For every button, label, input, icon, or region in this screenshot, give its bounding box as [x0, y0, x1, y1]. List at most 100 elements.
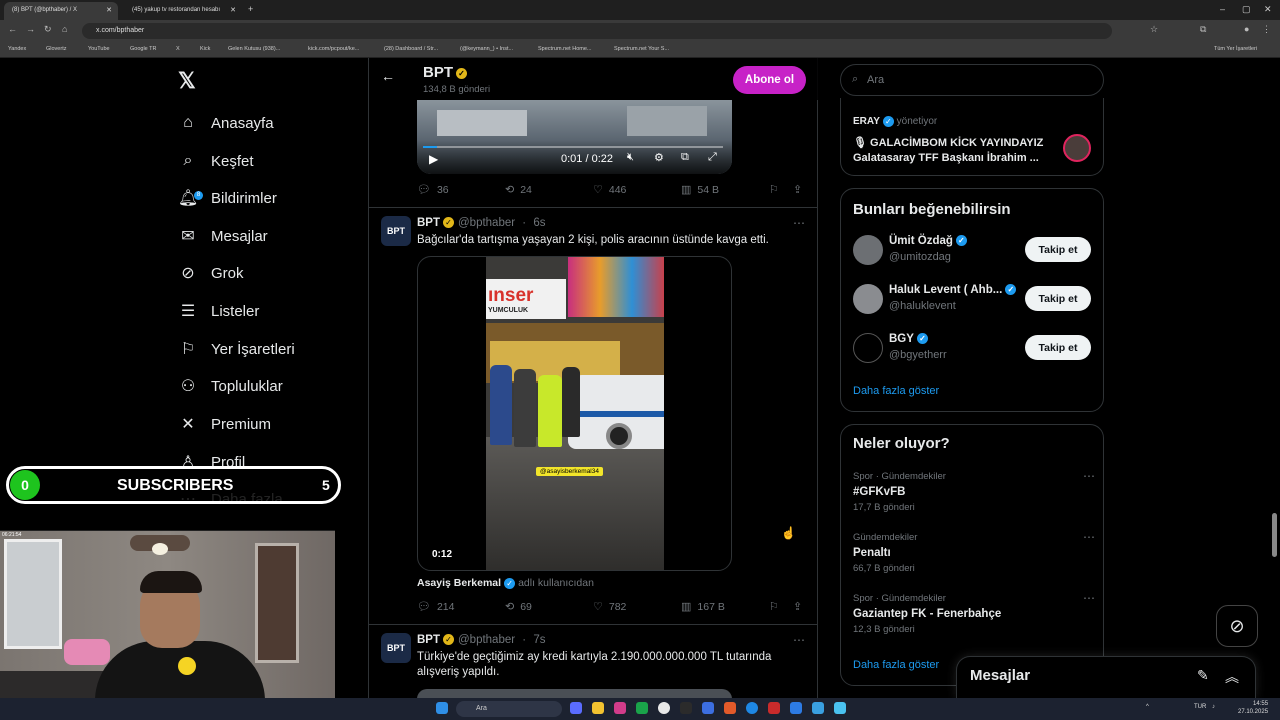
file-explorer-icon[interactable]: [592, 702, 604, 714]
new-tab-icon[interactable]: +: [248, 4, 253, 14]
windows-start-icon[interactable]: [436, 702, 448, 714]
messages-drawer[interactable]: Mesajlar ✎ ︽: [956, 656, 1256, 698]
video-progress-track[interactable]: [423, 146, 723, 148]
forward-icon[interactable]: →: [26, 24, 35, 34]
tray-chevron-icon[interactable]: ^: [1146, 704, 1149, 710]
home-icon[interactable]: ⌂: [62, 24, 67, 34]
chrome-icon[interactable]: [658, 702, 670, 714]
settings-gear-icon[interactable]: ⚙: [654, 151, 664, 164]
menu-icon[interactable]: ⋮: [1262, 24, 1271, 35]
taskbar-app-icon[interactable]: [768, 702, 780, 714]
follow-suggestion[interactable]: Haluk Levent ( Ahb... ✓ @haluklevent Taki…: [853, 282, 1093, 316]
reload-icon[interactable]: ↻: [44, 24, 52, 35]
bookmark-item[interactable]: Spectrum.net Home...: [538, 46, 592, 52]
grok-floating-icon[interactable]: ⊘: [1216, 605, 1258, 647]
taskbar-app-icon[interactable]: [614, 702, 626, 714]
minimize-icon[interactable]: –: [1220, 4, 1225, 14]
follow-button[interactable]: Takip et: [1025, 286, 1091, 311]
tab-close-icon[interactable]: ✕: [230, 6, 236, 14]
all-bookmarks[interactable]: Tüm Yer İşaretleri: [1214, 46, 1257, 52]
volume-icon[interactable]: ♪: [1212, 704, 1215, 710]
more-options-icon[interactable]: ⋯: [793, 633, 805, 647]
chevron-up-icon[interactable]: ︽: [1225, 667, 1239, 687]
profile-avatar-icon[interactable]: ●: [1244, 24, 1249, 34]
author-name[interactable]: BPT: [417, 217, 440, 229]
bookmark-item[interactable]: Yandex: [8, 46, 26, 52]
tab-close-icon[interactable]: ✕: [106, 6, 112, 14]
follow-button[interactable]: Takip et: [1025, 335, 1091, 360]
nav-communities[interactable]: ⚇ Topluluklar: [176, 371, 283, 401]
bookmark-item[interactable]: (@keymann_) • Inst...: [460, 46, 513, 52]
close-window-icon[interactable]: ✕: [1264, 4, 1272, 15]
scrollbar[interactable]: [1272, 513, 1277, 557]
search-input[interactable]: ⌕ Ara: [840, 64, 1104, 96]
subscribe-button[interactable]: Abone ol: [733, 66, 806, 94]
back-icon[interactable]: ←: [8, 24, 17, 34]
more-options-icon[interactable]: ⋯: [793, 216, 805, 230]
taskbar-app-icon[interactable]: [702, 702, 714, 714]
more-options-icon[interactable]: ⋯: [1083, 469, 1095, 483]
edge-icon[interactable]: [746, 702, 758, 714]
views-button[interactable]: ▥ 167 B: [681, 600, 725, 614]
back-arrow-icon[interactable]: ←: [381, 68, 395, 84]
via-name[interactable]: Asayiş Berkemal: [417, 577, 501, 589]
follow-button[interactable]: Takip et: [1025, 237, 1091, 262]
taskbar-app-icon[interactable]: [724, 702, 736, 714]
reply-button[interactable]: 💬︎ 214: [417, 600, 455, 614]
bookmark-item[interactable]: Google TR: [130, 46, 157, 52]
bookmark-item[interactable]: Spectrum.net Your S...: [614, 46, 669, 52]
tweet1-video[interactable]: ▶ 0:01 / 0:22 🔇︎ ⚙ ⧉ ⤢: [417, 100, 732, 174]
bookmark-tweet-button[interactable]: ⚐: [769, 600, 785, 613]
play-icon[interactable]: ▶: [429, 152, 438, 166]
taskbar-app-icon[interactable]: [570, 702, 582, 714]
taskbar-clock[interactable]: 14:55 27.10.2025: [1238, 700, 1268, 716]
taskbar-app-icon[interactable]: [834, 702, 846, 714]
pip-icon[interactable]: ⧉: [681, 151, 689, 164]
tray-language[interactable]: TUR: [1194, 704, 1206, 710]
nav-notifications[interactable]: 🔔︎ 8 Bildirimler: [176, 183, 277, 213]
trend-item[interactable]: Spor · Gündemdekiler #GFKvFB 17,7 B gönd…: [853, 469, 1095, 513]
show-more-link[interactable]: Daha fazla göster: [853, 385, 939, 397]
nav-grok[interactable]: ⊘ Grok: [176, 258, 243, 288]
nav-explore[interactable]: ⌕ Keşfet: [176, 146, 254, 176]
share-button[interactable]: ⇪: [793, 600, 808, 613]
more-options-icon[interactable]: ⋯: [1083, 530, 1095, 544]
share-button[interactable]: ⇪: [793, 183, 808, 196]
like-button[interactable]: ♡ 782: [593, 600, 626, 614]
nav-home[interactable]: ⌂ Anasayfa: [176, 108, 273, 138]
avatar[interactable]: BPT: [381, 216, 411, 246]
reply-button[interactable]: 💬︎ 36: [417, 183, 449, 197]
bookmark-item[interactable]: X: [176, 46, 180, 52]
show-more-link[interactable]: Daha fazla göster: [853, 659, 939, 671]
follow-suggestion[interactable]: BGY ✓ @bgyetherr Takip et: [853, 331, 1093, 365]
bookmark-tweet-button[interactable]: ⚐: [769, 183, 785, 196]
x-logo-icon[interactable]: 𝕏: [178, 68, 196, 94]
maximize-icon[interactable]: ▢: [1242, 4, 1251, 15]
nav-bookmarks[interactable]: ⚐ Yer İşaretleri: [176, 334, 295, 364]
bookmark-item[interactable]: Kick: [200, 46, 210, 52]
views-button[interactable]: ▥ 54 B: [681, 183, 719, 197]
nav-premium[interactable]: ✕ Premium: [176, 409, 271, 439]
xbox-icon[interactable]: [636, 702, 648, 714]
browser-tab-active[interactable]: (8) BPT (@bpthaber) / X ✕: [4, 2, 118, 20]
address-bar[interactable]: x.com/bpthaber: [82, 23, 1112, 39]
bookmark-star-icon[interactable]: ☆: [1150, 24, 1158, 35]
tweet-time[interactable]: 7s: [533, 634, 545, 646]
taskbar-app-icon[interactable]: [680, 702, 692, 714]
bookmark-item[interactable]: YouTube: [88, 46, 110, 52]
browser-tab[interactable]: (45) yakup tv restorandan hesabı ✕: [124, 2, 242, 20]
tweet3-media-preview[interactable]: [417, 689, 732, 698]
avatar[interactable]: BPT: [381, 633, 411, 663]
bookmark-item[interactable]: kick.com/pcpout/ke...: [308, 46, 359, 52]
bookmark-item[interactable]: Gelen Kutusu (938)...: [228, 46, 280, 52]
trend-item[interactable]: Gündemdekiler Penaltı 66,7 B gönderi ⋯: [853, 530, 1095, 574]
author-handle[interactable]: @bpthaber: [458, 634, 515, 646]
taskbar-search[interactable]: Ara: [456, 701, 562, 717]
fullscreen-icon[interactable]: ⤢: [708, 151, 717, 164]
taskbar-app-icon[interactable]: [790, 702, 802, 714]
nav-lists[interactable]: ☰ Listeler: [176, 296, 260, 326]
bookmark-item[interactable]: Glovertz: [46, 46, 66, 52]
like-button[interactable]: ♡ 446: [593, 183, 626, 197]
compose-message-icon[interactable]: ✎: [1197, 667, 1209, 684]
tweet2-video[interactable]: ınser YUMCULUK @asayisberkemal34 0:12: [417, 256, 732, 571]
